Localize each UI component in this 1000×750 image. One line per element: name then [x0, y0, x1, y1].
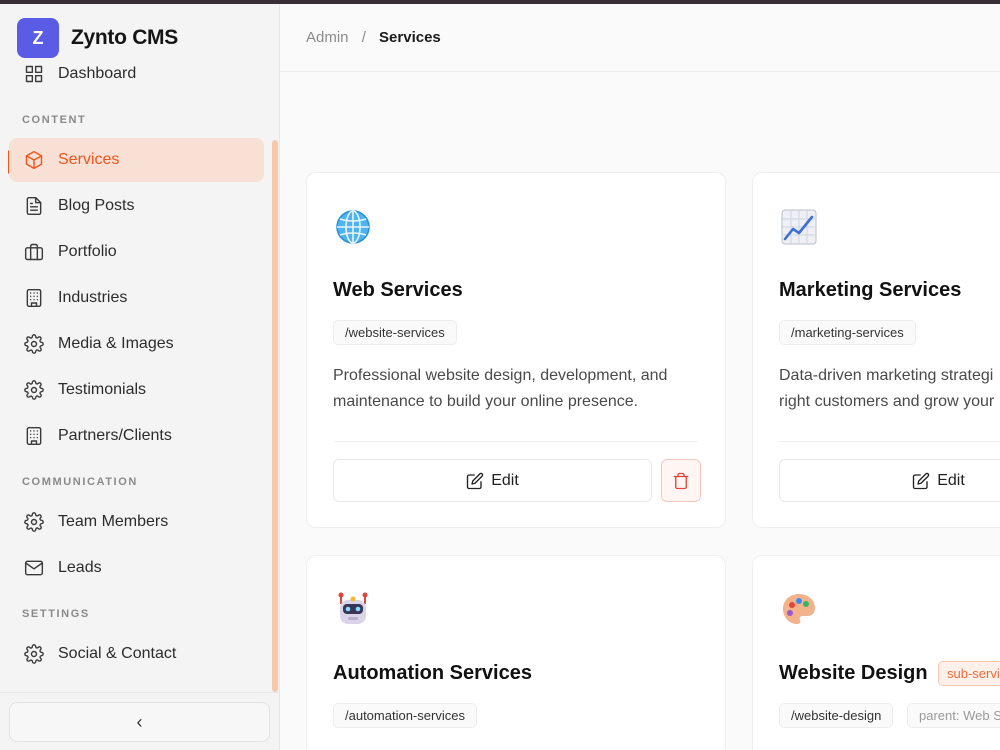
grid-icon [23, 64, 45, 85]
breadcrumb: Admin / Services [306, 29, 441, 46]
card-description-line-1: Data-driven marketing strategi [779, 367, 994, 384]
card-slug: /website-services [333, 320, 457, 345]
sidebar-item-label: Social & Contact [58, 645, 177, 662]
section-label-communication: COMMUNICATION [22, 476, 138, 488]
card-title: Automation Services [333, 662, 532, 684]
sidebar-item-social-contact[interactable]: Social & Contact [9, 632, 264, 676]
card-description-line-1: Professional website design, development… [333, 367, 668, 384]
robot-icon [333, 590, 373, 630]
edit-icon [467, 472, 484, 489]
card-description-line-2: maintenance to build your online presenc… [333, 393, 639, 410]
sidebar-item-label: Testimonials [58, 381, 147, 398]
sidebar-item-services[interactable]: Services [9, 138, 264, 182]
sidebar-footer: ‹ [0, 692, 279, 750]
parent-tag: parent: Web S [907, 703, 1000, 728]
edit-icon [913, 472, 930, 489]
sidebar-item-industries[interactable]: Industries [9, 276, 264, 320]
section-label-settings: SETTINGS [22, 608, 90, 620]
edit-button[interactable]: Edit [333, 459, 652, 502]
sidebar-item-label: Portfolio [58, 243, 117, 260]
sidebar-item-label: Blog Posts [58, 197, 135, 214]
card-description-line-2: right customers and grow your [779, 393, 995, 410]
brand-name: Zynto CMS [71, 26, 178, 49]
edit-button[interactable]: Edit [779, 459, 1000, 502]
sidebar-item-team-members[interactable]: Team Members [9, 500, 264, 544]
card-divider [779, 441, 1000, 442]
service-card-web-services: Web Services /website-services Professio… [306, 172, 726, 528]
breadcrumb-admin[interactable]: Admin [306, 29, 349, 46]
breadcrumb-separator: / [361, 29, 366, 46]
collapse-sidebar-button[interactable]: ‹ [9, 702, 270, 742]
building-icon [23, 425, 45, 447]
card-title: Website Design [779, 662, 928, 684]
edit-button-label: Edit [491, 471, 519, 489]
service-card-marketing-services: Marketing Services /marketing-services D… [752, 172, 1000, 528]
service-card-website-design: Website Design sub-servi /website-design… [752, 555, 1000, 750]
gear-icon [23, 379, 45, 401]
sidebar-item-blog-posts[interactable]: Blog Posts [9, 184, 264, 228]
sidebar-scrollbar[interactable] [272, 140, 278, 692]
sub-service-badge: sub-servi [938, 661, 1000, 686]
edit-button-label: Edit [937, 471, 965, 489]
service-card-automation-services: Automation Services /automation-services [306, 555, 726, 750]
file-text-icon [23, 195, 45, 217]
sidebar-item-media-images[interactable]: Media & Images [9, 322, 264, 366]
section-label-content: CONTENT [22, 114, 87, 126]
card-slug: /marketing-services [779, 320, 916, 345]
sidebar-item-dashboard[interactable]: Dashboard [9, 64, 264, 96]
sidebar-item-leads[interactable]: Leads [9, 546, 264, 590]
window-top-border [0, 0, 1000, 4]
delete-button[interactable] [661, 459, 701, 502]
sidebar-item-partners-clients[interactable]: Partners/Clients [9, 414, 264, 458]
brand[interactable]: Z Zynto CMS [17, 18, 178, 58]
gear-icon [23, 511, 45, 533]
card-slug: /website-design [779, 703, 894, 728]
card-title: Marketing Services [779, 279, 962, 301]
sidebar-item-testimonials[interactable]: Testimonials [9, 368, 264, 412]
sidebar-item-label: Media & Images [58, 335, 174, 352]
sidebar-nav: Dashboard CONTENT Services Blog Posts Po… [0, 64, 272, 694]
gear-icon [23, 333, 45, 355]
sidebar-item-label: Partners/Clients [58, 427, 172, 444]
palette-icon [779, 590, 819, 630]
card-divider [333, 441, 699, 442]
mail-icon [23, 557, 45, 579]
sidebar-item-label: Industries [58, 289, 128, 306]
card-slug: /automation-services [333, 703, 477, 728]
chevron-left-icon: ‹ [136, 711, 143, 732]
globe-icon [333, 207, 373, 247]
box-icon [23, 149, 45, 171]
brand-logo: Z [17, 18, 59, 58]
sidebar-item-label: Team Members [58, 513, 169, 530]
sidebar-item-label: Dashboard [58, 65, 137, 82]
sidebar-item-label: Services [58, 151, 120, 168]
briefcase-icon [23, 241, 45, 263]
breadcrumb-current: Services [379, 29, 441, 46]
building-icon [23, 287, 45, 309]
sidebar-item-label: Leads [58, 559, 102, 576]
top-header: Admin / Services [280, 4, 1000, 72]
gear-icon [23, 643, 45, 665]
chart-increasing-icon [779, 207, 819, 247]
sidebar-item-portfolio[interactable]: Portfolio [9, 230, 264, 274]
trash-icon [673, 472, 689, 489]
sidebar: Z Zynto CMS Dashboard CONTENT Services B… [0, 4, 280, 750]
card-title: Web Services [333, 279, 463, 301]
